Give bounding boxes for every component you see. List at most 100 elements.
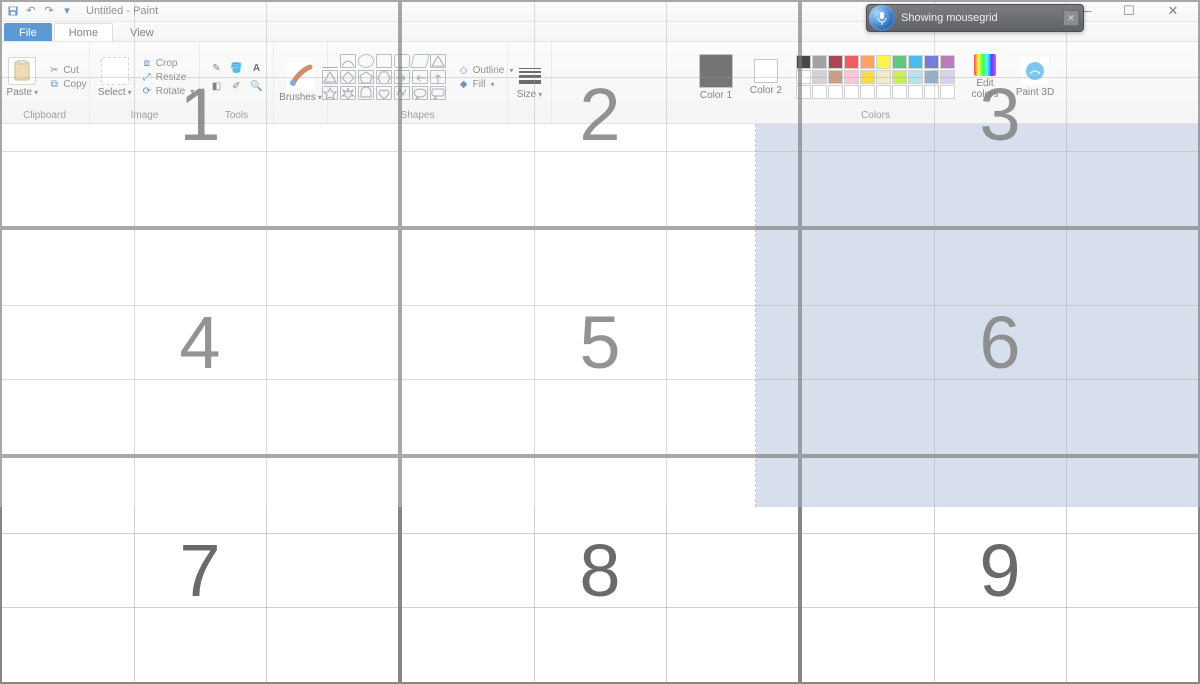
palette-swatch[interactable] — [908, 70, 923, 84]
select-icon — [101, 57, 129, 85]
work-area — [0, 124, 1200, 507]
group-label-image: Image — [98, 108, 191, 121]
tools-grid: ✎ 🪣 A ◧ ✐ 🔍 — [208, 60, 266, 94]
picker-tool[interactable]: ✐ — [228, 78, 246, 94]
paste-button[interactable]: Paste — [2, 57, 42, 98]
fill-tool[interactable]: 🪣 — [228, 60, 246, 76]
qat-redo-icon[interactable]: ↷ — [42, 4, 56, 18]
palette-swatch[interactable] — [876, 55, 891, 69]
palette-swatch[interactable] — [908, 85, 923, 99]
palette-swatch[interactable] — [812, 55, 827, 69]
crop-icon: ⧈ — [141, 57, 153, 69]
group-label-shapes: Shapes — [336, 108, 499, 121]
shape-fill-button[interactable]: ◆Fill — [458, 78, 514, 90]
brushes-button[interactable]: Brushes — [281, 62, 321, 103]
copy-icon: ⧉ — [48, 78, 60, 90]
cut-button[interactable]: ✂Cut — [48, 64, 86, 76]
palette-swatch[interactable] — [860, 85, 875, 99]
color2-button[interactable]: Color 2 — [746, 59, 786, 96]
palette-swatch[interactable] — [924, 55, 939, 69]
qat-save-icon[interactable] — [6, 4, 20, 18]
qat-undo-icon[interactable]: ↶ — [24, 4, 38, 18]
palette-swatch[interactable] — [940, 55, 955, 69]
magnifier-tool[interactable]: 🔍 — [248, 78, 266, 94]
tab-file[interactable]: File — [4, 23, 52, 41]
canvas[interactable] — [0, 124, 756, 507]
color-palette[interactable] — [796, 55, 955, 99]
clipboard-icon — [8, 57, 36, 85]
window-title: Untitled - Paint — [86, 5, 158, 17]
mousegrid-number: 8 — [579, 528, 620, 613]
tab-view[interactable]: View — [115, 23, 169, 41]
palette-swatch[interactable] — [892, 70, 907, 84]
tab-home[interactable]: Home — [54, 23, 113, 41]
group-size: Size — [508, 42, 552, 123]
maximize-button[interactable]: ☐ — [1116, 3, 1142, 19]
copy-button[interactable]: ⧉Copy — [48, 78, 86, 90]
size-button[interactable]: Size — [510, 65, 550, 100]
paint3d-icon — [1021, 57, 1049, 85]
color1-swatch — [699, 54, 733, 88]
palette-swatch[interactable] — [940, 85, 955, 99]
qat-customize-icon[interactable]: ▾ — [60, 4, 74, 18]
group-colors: Color 1 Color 2 Edit colors Paint 3D — [552, 42, 1200, 123]
group-brushes: Brushes — [274, 42, 328, 123]
palette-swatch[interactable] — [828, 55, 843, 69]
mousegrid-number: 7 — [179, 528, 220, 613]
spectrum-icon — [974, 54, 996, 76]
palette-swatch[interactable] — [860, 55, 875, 69]
edit-colors-button[interactable]: Edit colors — [965, 54, 1005, 100]
shapes-gallery[interactable] — [322, 54, 446, 100]
paste-label: Paste — [7, 87, 39, 98]
scissors-icon: ✂ — [48, 64, 60, 76]
group-image: Select ⧈Crop ⤢Resize ⟳Rotate Image — [90, 42, 200, 123]
palette-swatch[interactable] — [796, 85, 811, 99]
speech-close-button[interactable]: ✕ — [1063, 10, 1079, 26]
palette-swatch[interactable] — [908, 55, 923, 69]
palette-swatch[interactable] — [860, 70, 875, 84]
close-button[interactable]: ✕ — [1160, 3, 1186, 19]
speech-status-text: Showing mousegrid — [901, 12, 998, 24]
palette-swatch[interactable] — [828, 85, 843, 99]
quick-access-toolbar: ↶ ↷ ▾ — [0, 4, 80, 18]
ribbon: Paste ✂Cut ⧉Copy Clipboard Select ⧈Crop … — [0, 42, 1200, 124]
palette-swatch[interactable] — [924, 70, 939, 84]
palette-swatch[interactable] — [844, 55, 859, 69]
palette-swatch[interactable] — [892, 55, 907, 69]
eraser-tool[interactable]: ◧ — [208, 78, 226, 94]
mousegrid-number: 9 — [979, 528, 1020, 613]
palette-swatch[interactable] — [924, 85, 939, 99]
crop-button[interactable]: ⧈Crop — [141, 57, 194, 69]
fill-icon: ◆ — [458, 78, 470, 90]
group-label-tools: Tools — [208, 108, 265, 121]
brush-icon — [287, 62, 315, 90]
outline-icon: ◇ — [458, 64, 470, 76]
speech-status-toast[interactable]: Showing mousegrid ✕ — [866, 4, 1084, 32]
palette-swatch[interactable] — [796, 55, 811, 69]
paint3d-button[interactable]: Paint 3D — [1015, 57, 1055, 98]
palette-swatch[interactable] — [876, 85, 891, 99]
rotate-button[interactable]: ⟳Rotate — [141, 85, 194, 97]
select-button[interactable]: Select — [95, 57, 135, 98]
palette-swatch[interactable] — [796, 70, 811, 84]
microphone-icon — [869, 5, 895, 31]
group-clipboard: Paste ✂Cut ⧉Copy Clipboard — [0, 42, 90, 123]
palette-swatch[interactable] — [940, 70, 955, 84]
paint-window: ↶ ↷ ▾ Untitled - Paint — ☐ ✕ File Home V… — [0, 0, 1200, 507]
size-icon — [517, 65, 543, 87]
palette-swatch[interactable] — [812, 70, 827, 84]
group-label-colors: Colors — [560, 108, 1191, 121]
text-tool[interactable]: A — [248, 60, 266, 76]
shape-outline-button[interactable]: ◇Outline — [458, 64, 514, 76]
palette-swatch[interactable] — [892, 85, 907, 99]
palette-swatch[interactable] — [812, 85, 827, 99]
resize-icon: ⤢ — [141, 71, 153, 83]
color1-button[interactable]: Color 1 — [696, 54, 736, 101]
palette-swatch[interactable] — [828, 70, 843, 84]
pencil-tool[interactable]: ✎ — [208, 60, 226, 76]
palette-swatch[interactable] — [844, 70, 859, 84]
palette-swatch[interactable] — [844, 85, 859, 99]
group-label-clipboard: Clipboard — [8, 108, 81, 121]
palette-swatch[interactable] — [876, 70, 891, 84]
resize-button[interactable]: ⤢Resize — [141, 71, 194, 83]
